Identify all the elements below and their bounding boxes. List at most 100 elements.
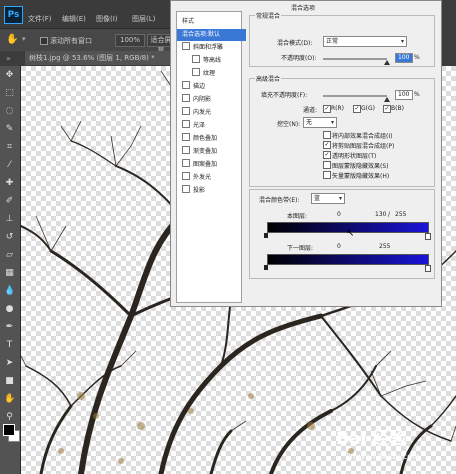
opacity-input[interactable]: 100 — [395, 53, 413, 63]
knockout-label: 挖空(N): — [277, 121, 301, 128]
menu-edit[interactable]: 编辑(E) — [62, 14, 86, 24]
eraser-tool-icon[interactable]: ▱ — [4, 250, 15, 261]
style-list-item[interactable]: 内发光 — [177, 107, 241, 119]
clone-stamp-tool-icon[interactable]: ⊥ — [4, 214, 15, 225]
style-list-item[interactable]: 颜色叠加 — [177, 133, 241, 145]
style-list-label: 斜面和浮雕 — [193, 44, 224, 51]
fill-opacity-unit: % — [414, 91, 420, 98]
baidu-jingyan-watermark: Bai 经验 jingyan.baidu.com — [330, 420, 450, 470]
style-list-item[interactable]: 等高线 — [177, 55, 251, 67]
zoom-100-button[interactable]: 100% — [115, 34, 145, 47]
style-list-item[interactable]: 投影 — [177, 185, 241, 197]
style-checkbox[interactable] — [192, 68, 200, 76]
channel-r-checkbox[interactable]: ✓ — [323, 105, 331, 113]
style-checkbox[interactable] — [182, 172, 190, 180]
watermark-logo: Bai 经验 — [336, 429, 407, 449]
dodge-tool-icon[interactable]: ● — [4, 304, 15, 315]
underlying-layer-white-slider[interactable] — [425, 265, 431, 272]
scroll-all-windows-checkbox[interactable] — [40, 37, 48, 45]
hand-tool-icon[interactable]: ✋ — [4, 394, 15, 405]
style-checkbox[interactable] — [182, 120, 190, 128]
blend-if-value: 蓝 — [314, 195, 321, 202]
gradient-tool-icon[interactable]: ▦ — [4, 268, 15, 279]
photoshop-window: Ps 文件(F) 编辑(E) 图像(I) 图层(L) ✋ ▾ 滚动所有窗口 10… — [0, 0, 456, 474]
quick-select-tool-icon[interactable]: ✎ — [4, 124, 15, 135]
opacity-slider[interactable] — [323, 58, 387, 60]
channel-r-label: R(R) — [331, 105, 345, 112]
chevron-down-icon[interactable]: ▾ — [22, 35, 26, 43]
menu-bar: Ps 文件(F) 编辑(E) 图像(I) 图层(L) — [0, 0, 175, 28]
this-layer-sep: / — [388, 211, 391, 218]
style-list-label: 内发光 — [193, 109, 212, 116]
type-tool-icon[interactable]: T — [4, 340, 15, 351]
style-checkbox[interactable] — [182, 159, 190, 167]
style-list-item[interactable]: 内阴影 — [177, 94, 241, 106]
style-checkbox[interactable] — [182, 133, 190, 141]
opacity-label: 不透明度(O): — [281, 55, 317, 62]
move-tool-icon[interactable]: ✥ — [4, 70, 15, 81]
style-list-label: 外发光 — [193, 174, 212, 181]
zoom-tool-icon[interactable]: ⚲ — [4, 412, 15, 423]
style-list-item[interactable]: 渐变叠加 — [177, 146, 241, 158]
knockout-select[interactable]: 无 ▾ — [303, 117, 337, 128]
healing-brush-tool-icon[interactable]: ✚ — [4, 178, 15, 189]
fill-opacity-input[interactable]: 100 — [395, 90, 413, 100]
lasso-tool-icon[interactable]: ◌ — [4, 106, 15, 117]
style-list-item[interactable]: 图案叠加 — [177, 159, 241, 171]
style-checkbox[interactable] — [182, 42, 190, 50]
style-list-item[interactable]: 样式 — [177, 16, 246, 28]
pen-tool-icon[interactable]: ✒ — [4, 322, 15, 333]
style-checkbox[interactable] — [182, 81, 190, 89]
underlying-layer-gradient-bar[interactable] — [267, 254, 429, 265]
layer-mask-hides-checkbox[interactable] — [323, 161, 331, 169]
style-list-label: 投影 — [193, 187, 206, 194]
document-tab[interactable]: 树枝1.jpg @ 53.6% (图层 1, RGB/8) * — [25, 51, 179, 65]
style-checkbox[interactable] — [182, 146, 190, 154]
eyedropper-tool-icon[interactable]: ⁄ — [4, 160, 15, 171]
style-list-item[interactable]: 外发光 — [177, 172, 241, 184]
foreground-color-swatch[interactable] — [3, 424, 15, 436]
style-checkbox[interactable] — [182, 107, 190, 115]
style-list-label: 样式 — [182, 18, 195, 25]
brush-tool-icon[interactable]: ✐ — [4, 196, 15, 207]
style-list-item[interactable]: 光泽 — [177, 120, 241, 132]
blend-if-select[interactable]: 蓝 ▾ — [311, 193, 345, 204]
blending-options-title: 混合选项 — [291, 5, 316, 12]
style-list-item[interactable]: 描边 — [177, 81, 241, 93]
shape-tool-icon[interactable]: ■ — [4, 376, 15, 387]
layer-style-dialog: 样式混合选项:默认斜面和浮雕等高线 纹理 描边 内阴影内发光光泽 颜色叠加渐变叠加图案叠… — [170, 0, 442, 307]
blend-mode-select[interactable]: 正常 ▾ — [323, 36, 407, 47]
this-layer-split: 130 — [375, 211, 387, 218]
blend-interior-effects-checkbox[interactable] — [323, 131, 331, 139]
opacity-slider-thumb[interactable] — [384, 60, 390, 65]
marquee-tool-icon[interactable]: ⬚ — [4, 88, 15, 99]
style-list-item[interactable]: 纹理 — [177, 68, 251, 80]
this-layer-black-slider[interactable] — [264, 233, 268, 238]
path-select-tool-icon[interactable]: ➤ — [4, 358, 15, 369]
hand-tool-icon[interactable]: ✋ — [6, 34, 18, 45]
fill-opacity-slider[interactable] — [323, 95, 387, 97]
style-checkbox[interactable] — [182, 185, 190, 193]
menu-file[interactable]: 文件(F) — [28, 14, 52, 24]
crop-tool-icon[interactable]: ⌗ — [4, 142, 15, 153]
channel-g-checkbox[interactable]: ✓ — [353, 105, 361, 113]
this-layer-min: 0 — [337, 211, 341, 218]
style-checkbox[interactable] — [182, 94, 190, 102]
style-list-label: 渐变叠加 — [193, 148, 218, 155]
channel-b-checkbox[interactable]: ✓ — [383, 105, 391, 113]
vector-mask-hides-checkbox[interactable] — [323, 171, 331, 179]
style-list-label: 混合选项:默认 — [182, 31, 221, 38]
this-layer-white-slider[interactable] — [425, 233, 431, 240]
menu-layer[interactable]: 图层(L) — [132, 14, 155, 24]
style-list-item[interactable]: 混合选项:默认 — [177, 29, 246, 41]
style-checkbox[interactable] — [192, 55, 200, 63]
blend-clipped-layers-checkbox[interactable]: ✓ — [323, 141, 331, 149]
history-brush-tool-icon[interactable]: ↺ — [4, 232, 15, 243]
fill-opacity-slider-thumb[interactable] — [384, 97, 390, 102]
blur-tool-icon[interactable]: 💧 — [4, 286, 15, 297]
transparency-shapes-checkbox[interactable]: ✓ — [323, 151, 331, 159]
style-list-item[interactable]: 斜面和浮雕 — [177, 42, 241, 54]
underlying-layer-black-slider[interactable] — [264, 265, 268, 270]
menu-image[interactable]: 图像(I) — [96, 14, 118, 24]
tab-arrows-icon[interactable]: » — [6, 54, 11, 63]
